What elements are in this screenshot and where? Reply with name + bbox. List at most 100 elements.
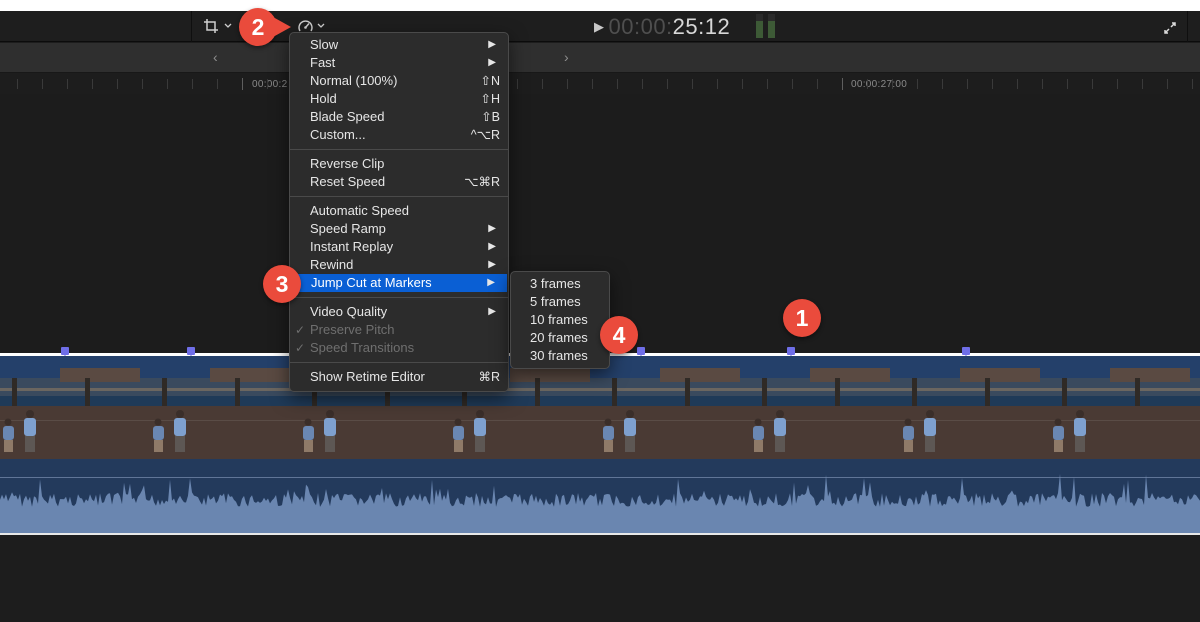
menu-item-label: Speed Ramp [310,221,386,236]
menu-item-jump-cut-at-markers[interactable]: Jump Cut at Markers ▶ [291,274,507,292]
menu-item-automatic-speed[interactable]: Automatic Speed [290,202,508,220]
expand-arrows-icon [1163,21,1177,35]
menu-item-shortcut: ⇧N [480,74,500,88]
menu-item-fast[interactable]: Fast ▶ [290,54,508,72]
submenu-item-10-frames[interactable]: 10 frames [511,311,609,329]
ruler-tick [817,79,818,89]
ruler-tick [842,78,843,90]
clip-marker[interactable] [637,347,645,356]
ruler-tick [592,79,593,89]
menu-item-label: Automatic Speed [310,203,410,218]
menu-item-shortcut: ⇧H [480,92,500,106]
menu-item-label: Show Retime Editor [310,369,425,384]
submenu-item-3-frames[interactable]: 3 frames [511,275,609,293]
filmstrip-frame [600,356,750,460]
fullscreen-button[interactable] [1163,17,1177,39]
menu-item-shortcut: ⌥⌘R [464,175,500,189]
menu-item-label: Fast [310,55,336,70]
forward-arrow-button[interactable]: › [564,49,569,65]
audio-waveform[interactable] [0,459,1200,533]
timecode-value: 25:12 [672,14,731,39]
ruler-tick [517,79,518,89]
menu-item-label: Blade Speed [310,109,385,124]
menu-item-custom[interactable]: Custom... ^⌥R [290,126,508,144]
volume-line[interactable] [0,477,1200,478]
ruler-tick [1092,79,1093,89]
toolbar-divider [191,11,192,42]
viewer-toolbar: ▶ 00:00: 25:12 [0,11,1200,42]
menu-item-slow[interactable]: Slow ▶ [290,36,508,54]
ruler-tick [217,79,218,89]
filmstrip-frame [750,356,900,460]
callout-badge-3: 3 [263,265,301,303]
timeline-lower-area [0,535,1200,622]
submenu-arrow-icon: ▶ [488,241,496,252]
audio-meter-right-fill [768,21,775,38]
menu-item-shortcut: ^⌥R [470,128,500,142]
toolbar-divider [1187,11,1188,42]
menu-item-speed-ramp[interactable]: Speed Ramp ▶ [290,220,508,238]
clip-marker[interactable] [787,347,795,356]
ruler-tick [667,79,668,89]
menu-item-show-retime-editor[interactable]: Show Retime Editor ⌘R [290,368,508,386]
menu-item-video-quality[interactable]: Video Quality ▶ [290,303,508,321]
menu-item-label: 3 frames [530,276,581,291]
menu-item-hold[interactable]: Hold ⇧H [290,90,508,108]
ruler-tick [992,79,993,89]
submenu-item-30-frames[interactable]: 30 frames [511,347,609,365]
waveform-graphic [0,473,1200,533]
ruler-tick [1192,79,1193,89]
menu-item-label: Reverse Clip [310,156,385,171]
waveform-path [0,473,1200,533]
menu-item-label: Custom... [310,127,366,142]
submenu-item-20-frames[interactable]: 20 frames [511,329,609,347]
menu-item-label: Reset Speed [310,174,386,189]
ruler-tick [942,79,943,89]
menu-item-normal-100[interactable]: Normal (100%) ⇧N [290,72,508,90]
menu-item-shortcut: ⇧B [481,110,500,124]
top-border [0,0,1200,11]
ruler-tick [1142,79,1143,89]
ruler-tick [1117,79,1118,89]
menu-item-label: Video Quality [310,304,388,319]
ruler-tick [892,79,893,89]
timecode-display[interactable]: ▶ 00:00: 25:12 [594,14,731,39]
menu-item-label: Slow [310,37,339,52]
menu-separator [290,297,508,298]
crop-tool-button[interactable] [203,15,232,37]
chevron-down-icon [317,23,325,29]
timeline-ruler[interactable]: 00:00:2 00:00:27:00 [0,74,1200,94]
menu-item-label: 20 frames [530,330,588,345]
submenu-arrow-icon: ▶ [488,39,496,50]
ruler-tick [692,79,693,89]
callout-badge-4: 4 [600,316,638,354]
filmstrip-frame [0,356,150,460]
jump-cut-submenu: 3 frames 5 frames 10 frames 20 frames 30… [510,271,610,369]
clip-marker[interactable] [187,347,195,356]
retime-menu: Slow ▶ Fast ▶ Normal (100%) ⇧N Hold ⇧H Blade Spe… [289,32,509,392]
clip-marker[interactable] [61,347,69,356]
menu-item-preserve-pitch: ✓ Preserve Pitch [290,321,508,339]
menu-item-blade-speed[interactable]: Blade Speed ⇧B [290,108,508,126]
menu-item-label: Rewind [310,257,354,272]
menu-item-instant-replay[interactable]: Instant Replay ▶ [290,238,508,256]
ruler-tick [767,79,768,89]
ruler-tick [17,79,18,89]
submenu-item-5-frames[interactable]: 5 frames [511,293,609,311]
menu-item-label: Instant Replay [310,239,394,254]
back-arrow-button[interactable]: ‹ [213,49,218,65]
menu-item-rewind[interactable]: Rewind ▶ [290,256,508,274]
video-clip-filmstrip[interactable] [0,356,1200,460]
submenu-arrow-icon: ▶ [487,277,495,288]
ruler-tick [717,79,718,89]
ruler-tick [642,79,643,89]
ruler-tick [617,79,618,89]
menu-item-reset-speed[interactable]: Reset Speed ⌥⌘R [290,173,508,191]
audio-meter-right [768,14,775,38]
clip-marker[interactable] [962,347,970,356]
crop-icon [203,18,219,34]
menu-item-reverse-clip[interactable]: Reverse Clip [290,155,508,173]
ruler-tick [867,79,868,89]
checkmark-icon: ✓ [295,341,306,355]
play-icon[interactable]: ▶ [594,19,605,35]
